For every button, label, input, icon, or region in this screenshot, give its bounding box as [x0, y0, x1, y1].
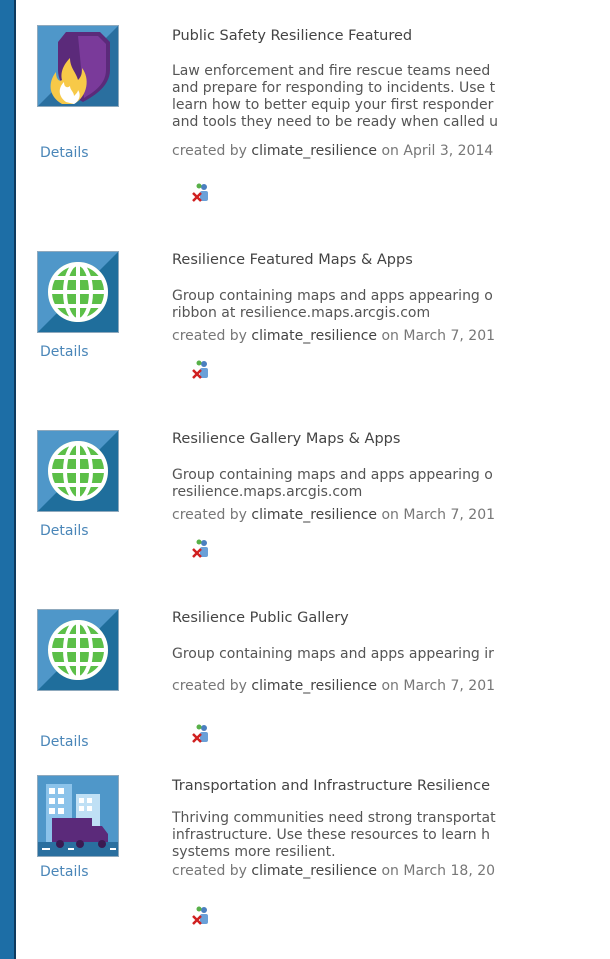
group-item: Details Transportation and Infrastructur…: [16, 768, 610, 928]
remove-user-icon[interactable]: [192, 183, 210, 203]
created-prefix: created by: [172, 143, 247, 159]
globe-icon: [38, 431, 118, 511]
truck-building-icon: [38, 776, 118, 856]
remove-user-icon[interactable]: [192, 906, 210, 926]
group-title[interactable]: Resilience Gallery Maps & Apps: [172, 431, 400, 447]
globe-icon: [38, 252, 118, 332]
created-date: on March 18, 20: [381, 863, 496, 879]
created-prefix: created by: [172, 863, 247, 879]
group-created-by: created by climate_resilience on March 7…: [172, 507, 495, 523]
group-description: Group containing maps and apps appearing…: [172, 467, 493, 500]
group-description: Thriving communities need strong transpo…: [172, 810, 496, 860]
created-date: on March 7, 201: [381, 328, 496, 344]
group-title[interactable]: Transportation and Infrastructure Resili…: [172, 778, 490, 794]
groups-panel: Details Public Safety Resilience Feature…: [14, 0, 610, 959]
group-description: Group containing maps and apps appearing…: [172, 646, 494, 662]
group-created-by: created by climate_resilience on April 3…: [172, 143, 493, 159]
group-item: Details Resilience Gallery Maps & Apps G…: [16, 413, 610, 573]
details-link[interactable]: Details: [40, 145, 89, 161]
group-description: Group containing maps and apps appearing…: [172, 288, 493, 321]
created-prefix: created by: [172, 328, 247, 344]
group-thumbnail[interactable]: [38, 776, 118, 856]
group-item: Details Resilience Public Gallery Group …: [16, 592, 610, 752]
details-link[interactable]: Details: [40, 864, 89, 880]
group-created-by: created by climate_resilience on March 7…: [172, 328, 495, 344]
created-date: on March 7, 201: [381, 678, 496, 694]
created-date: on March 7, 201: [381, 507, 496, 523]
group-thumbnail[interactable]: [38, 26, 118, 106]
created-prefix: created by: [172, 678, 247, 694]
group-description: Law enforcement and fire rescue teams ne…: [172, 63, 499, 130]
group-thumbnail[interactable]: [38, 252, 118, 332]
remove-user-icon[interactable]: [192, 360, 210, 380]
owner-link[interactable]: climate_resilience: [251, 678, 377, 694]
details-link[interactable]: Details: [40, 523, 89, 539]
owner-link[interactable]: climate_resilience: [251, 143, 377, 159]
group-title[interactable]: Public Safety Resilience Featured: [172, 28, 412, 44]
group-title[interactable]: Resilience Featured Maps & Apps: [172, 252, 413, 268]
group-title[interactable]: Resilience Public Gallery: [172, 610, 349, 626]
owner-link[interactable]: climate_resilience: [251, 507, 377, 523]
owner-link[interactable]: climate_resilience: [251, 328, 377, 344]
shield-flame-icon: [38, 26, 118, 106]
created-date: on April 3, 2014: [381, 143, 494, 159]
owner-link[interactable]: climate_resilience: [251, 863, 377, 879]
remove-user-icon[interactable]: [192, 539, 210, 559]
group-created-by: created by climate_resilience on March 7…: [172, 678, 495, 694]
details-link[interactable]: Details: [40, 344, 89, 360]
group-created-by: created by climate_resilience on March 1…: [172, 863, 495, 879]
group-item: Details Resilience Featured Maps & Apps …: [16, 234, 610, 394]
created-prefix: created by: [172, 507, 247, 523]
details-link[interactable]: Details: [40, 734, 89, 750]
group-thumbnail[interactable]: [38, 431, 118, 511]
globe-icon: [38, 610, 118, 690]
group-thumbnail[interactable]: [38, 610, 118, 690]
group-item: Details Public Safety Resilience Feature…: [16, 18, 610, 202]
remove-user-icon[interactable]: [192, 724, 210, 744]
